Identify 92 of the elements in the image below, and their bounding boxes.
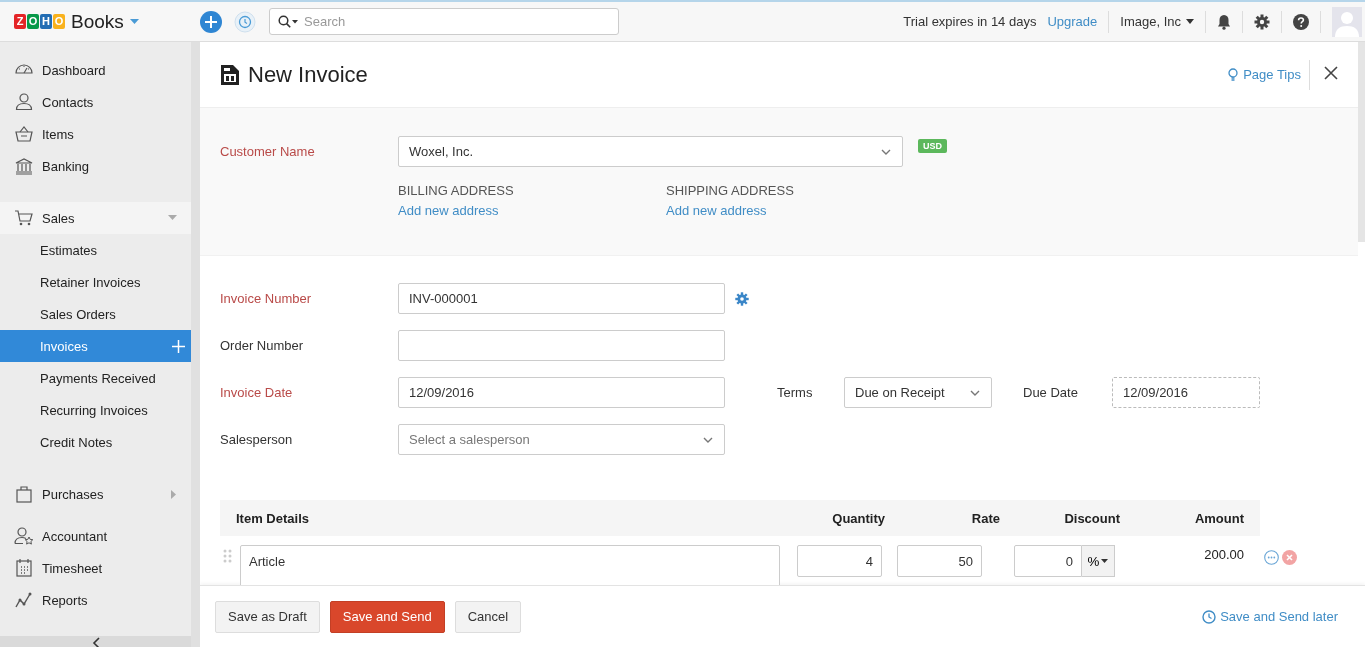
address-heading: SHIPPING ADDRESS <box>666 183 795 198</box>
column-header: Quantity <box>831 510 885 526</box>
rate-field[interactable]: 50 <box>897 545 982 577</box>
product-name: Books <box>71 10 124 33</box>
column-header: Item Details <box>235 510 310 526</box>
field-label: Salesperson <box>220 432 294 447</box>
trial-notice: Trial expires in 14 days <box>903 14 1037 29</box>
nav-item[interactable]: Timesheet <box>0 552 191 584</box>
column-header: Discount <box>1063 510 1120 526</box>
quantity-field[interactable]: 4 <box>797 545 882 577</box>
field-label: Terms <box>777 385 814 400</box>
clock-icon <box>1202 609 1217 624</box>
search-field[interactable]: Search <box>304 10 594 33</box>
more-options-icon[interactable] <box>1264 550 1279 565</box>
address-heading: BILLING ADDRESS <box>398 183 515 198</box>
field-label: Due Date <box>1023 385 1079 400</box>
caret-icon[interactable] <box>129 18 139 25</box>
secondary-button[interactable]: Save as Draft <box>215 600 320 633</box>
field-label: Customer Name <box>220 144 316 159</box>
bank-icon <box>14 156 34 176</box>
field-label: Invoice Number <box>220 291 313 306</box>
currency-badge: USD <box>918 139 947 153</box>
nav-subitem[interactable]: Estimates <box>0 234 191 266</box>
caret-right-icon[interactable] <box>171 489 177 499</box>
input-field[interactable]: INV-000001 <box>398 283 725 314</box>
logo-letter: O <box>27 14 39 29</box>
person-star-icon <box>14 526 34 546</box>
field-label: Invoice Date <box>220 385 294 400</box>
input-field[interactable]: 12/09/2016 <box>398 377 725 408</box>
salesperson-select[interactable]: Select a salesperson <box>398 424 725 455</box>
caret-icon <box>1186 19 1194 24</box>
nav-subitem[interactable]: Payments Received <box>0 362 191 394</box>
search-icon[interactable] <box>278 14 298 29</box>
scrollbar[interactable] <box>1358 42 1365 242</box>
caret-down-icon[interactable] <box>168 215 177 221</box>
basket-icon <box>14 124 34 144</box>
page-title: New Invoice <box>248 61 368 88</box>
nav-subitem[interactable]: Retainer Invoices <box>0 266 191 298</box>
primary-button[interactable]: Save and Send <box>329 600 445 633</box>
settings-icon[interactable] <box>1254 13 1270 30</box>
discount-field[interactable]: 0 <box>1014 545 1082 577</box>
history-icon[interactable] <box>234 10 256 33</box>
field-label: Order Number <box>220 338 305 353</box>
nav-subitem[interactable]: Credit Notes <box>0 426 191 458</box>
nav-item[interactable]: Accountant <box>0 520 191 552</box>
chevron-left-icon <box>91 637 100 647</box>
discount-unit-dropdown[interactable]: % <box>1082 545 1115 577</box>
line-chart-icon <box>14 590 34 610</box>
new-button[interactable] <box>200 10 222 33</box>
lightbulb-icon <box>1228 67 1239 82</box>
secondary-button[interactable]: Cancel <box>454 600 522 633</box>
nav-item[interactable]: Dashboard <box>0 54 191 86</box>
cart-icon <box>14 208 34 228</box>
nav-item[interactable]: Banking <box>0 150 191 182</box>
terms-select[interactable]: Due on Receipt <box>844 377 992 408</box>
nav-subitem[interactable]: Invoices <box>0 330 191 362</box>
column-header: Amount <box>1193 510 1245 526</box>
item-field[interactable]: Article <box>240 545 780 585</box>
logo-letter: O <box>53 14 65 29</box>
due-date-field[interactable]: 12/09/2016 <box>1112 377 1260 408</box>
close-icon <box>1324 66 1338 80</box>
add-address-link[interactable]: Add new address <box>666 203 934 218</box>
input-field[interactable] <box>398 330 725 361</box>
nav-item[interactable]: Reports <box>0 584 191 616</box>
settings-icon[interactable] <box>735 291 749 306</box>
nav-item[interactable]: Contacts <box>0 86 191 118</box>
amount-cell-text: 200.00 <box>1203 546 1245 564</box>
nav-subitem[interactable]: Recurring Invoices <box>0 394 191 426</box>
page-tips-link[interactable]: Page Tips <box>1228 59 1310 90</box>
caret-icon <box>1101 559 1109 563</box>
nav-item[interactable]: Purchases <box>0 478 191 510</box>
person-icon <box>14 92 34 112</box>
nav-item[interactable]: Items <box>0 118 191 150</box>
help-icon[interactable] <box>1293 13 1309 30</box>
search-bar[interactable]: Search <box>269 8 619 35</box>
plus-icon <box>205 15 217 28</box>
bell-icon[interactable] <box>1217 13 1231 30</box>
organization-dropdown[interactable]: Image, Inc <box>1120 14 1194 29</box>
customer-select[interactable]: Woxel, Inc. <box>398 136 903 167</box>
remove-icon[interactable] <box>1282 550 1297 565</box>
bag-icon <box>14 484 34 504</box>
nav-item[interactable]: Sales <box>0 202 191 234</box>
add-address-link[interactable]: Add new address <box>398 203 666 218</box>
nav-subitem[interactable]: Sales Orders <box>0 298 191 330</box>
document-icon <box>220 63 240 86</box>
logo-letter: H <box>40 14 52 29</box>
calendar-icon <box>14 558 34 578</box>
plus-icon[interactable] <box>172 339 185 353</box>
column-header: Rate <box>970 510 1000 526</box>
drag-handle-icon[interactable] <box>223 549 232 563</box>
logo-letter: Z <box>14 14 26 29</box>
save-later-link[interactable]: Save and Send later <box>1202 609 1338 624</box>
